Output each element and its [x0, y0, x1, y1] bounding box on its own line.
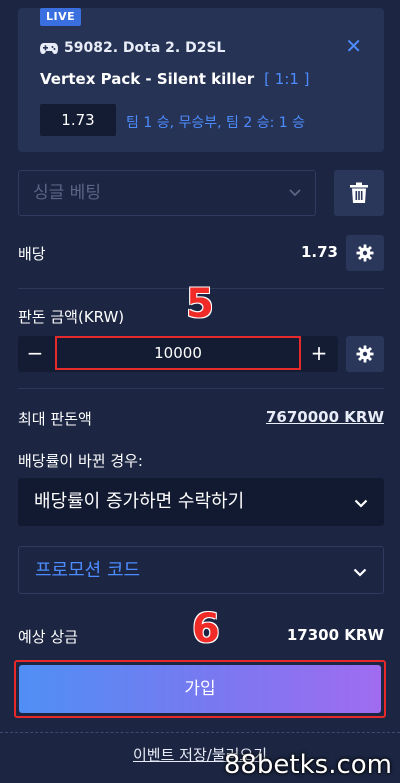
bet-type-select[interactable]: 싱글 베팅: [18, 170, 316, 216]
market-tag: [ 1:1 ]: [264, 70, 310, 88]
market-name: Vertex Pack - Silent killer: [40, 70, 255, 88]
odds-value: 1.73: [300, 243, 338, 261]
stake-increase-button[interactable]: +: [302, 336, 336, 372]
divider: [18, 388, 384, 389]
register-highlight: 가입: [14, 660, 386, 718]
max-stake-value[interactable]: 7670000 KRW: [266, 408, 384, 426]
divider: [0, 732, 400, 733]
winnings-value: 17300 KRW: [286, 626, 384, 644]
watermark: 88betks.com: [223, 750, 392, 780]
market-line: Vertex Pack - Silent killer [ 1:1 ]: [40, 70, 310, 88]
stake-decrease-button[interactable]: −: [18, 336, 52, 372]
odds-change-label: 배당률이 바뀐 경우:: [18, 452, 143, 470]
bet-slip-panel: LIVE 59082. Dota 2. D2SL ✕ Vertex Pack -…: [0, 0, 400, 783]
gamepad-icon: [40, 43, 58, 54]
live-badge: LIVE: [40, 8, 82, 26]
chevron-down-icon: [353, 568, 367, 577]
max-stake-label: 최대 판돈액: [18, 410, 92, 428]
bet-type-placeholder: 싱글 베팅: [33, 183, 101, 203]
odds-change-select[interactable]: 배당률이 증가하면 수락하기: [18, 478, 384, 526]
step-5-annotation: 5: [186, 281, 214, 327]
step-6-annotation: 6: [192, 606, 220, 652]
register-button[interactable]: 가입: [19, 665, 381, 713]
selection-odds: 1.73: [40, 104, 116, 136]
stake-settings-button[interactable]: [346, 336, 384, 372]
winnings-label: 예상 상금: [18, 628, 78, 646]
odds-settings-button[interactable]: [346, 235, 384, 271]
promo-code-placeholder: 프로모션 코드: [35, 560, 141, 581]
odds-label: 배당: [18, 245, 46, 263]
stake-input[interactable]: 10000: [55, 336, 301, 370]
chevron-down-icon: [354, 499, 368, 508]
gear-icon: [356, 244, 374, 262]
stake-label: 판돈 금액(KRW): [18, 308, 125, 326]
chevron-down-icon: [289, 189, 301, 197]
event-name: 59082. Dota 2. D2SL: [64, 40, 226, 56]
close-icon[interactable]: ✕: [345, 36, 362, 56]
selection-outcome: 팀 1 승, 무승부, 팀 2 승: 1 승: [126, 115, 305, 131]
trash-icon: [350, 182, 368, 203]
bet-card: LIVE 59082. Dota 2. D2SL ✕ Vertex Pack -…: [18, 8, 384, 152]
promo-code-select[interactable]: 프로모션 코드: [18, 546, 384, 594]
delete-bet-button[interactable]: [334, 170, 384, 216]
odds-change-selected: 배당률이 증가하면 수락하기: [34, 491, 245, 512]
event-line: 59082. Dota 2. D2SL: [40, 40, 225, 56]
gear-icon: [356, 345, 374, 363]
